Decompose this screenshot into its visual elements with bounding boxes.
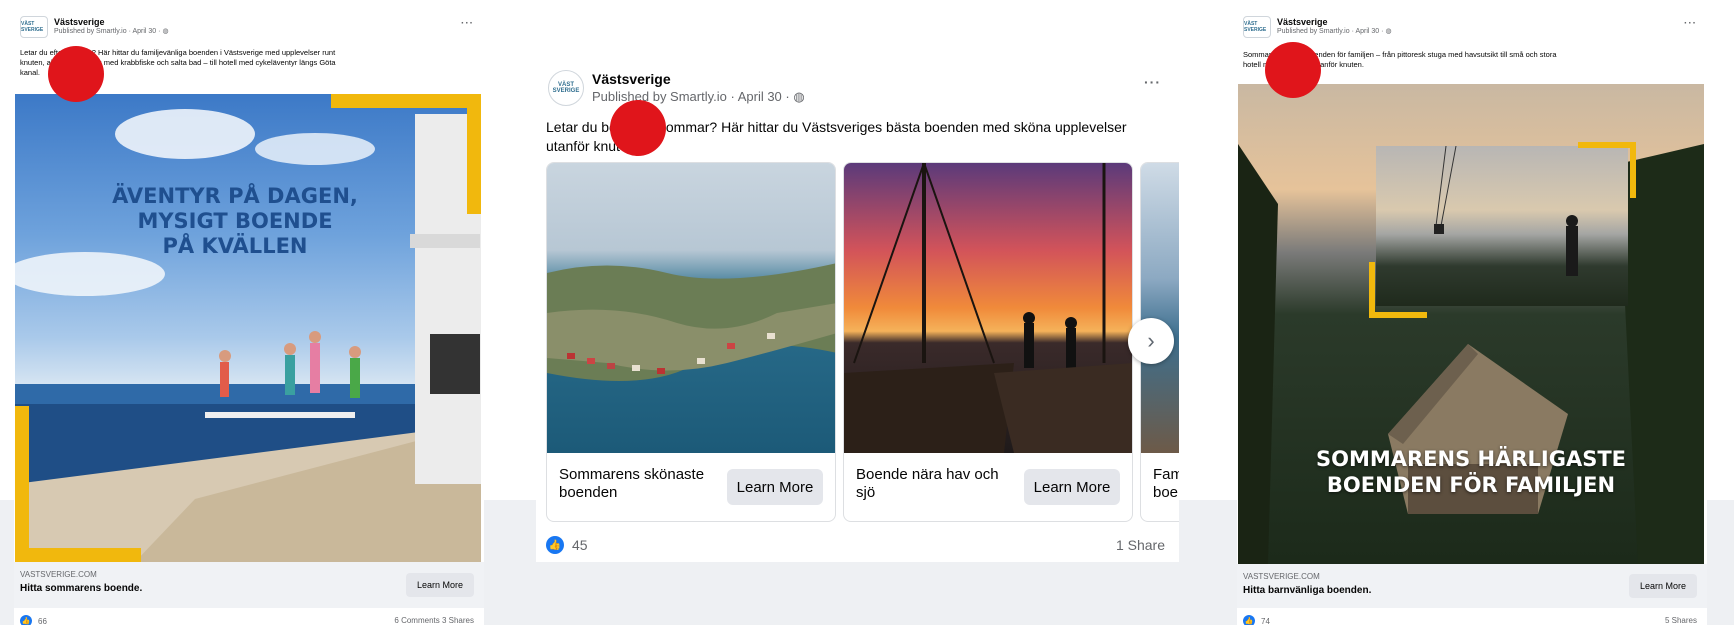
globe-icon: ◍	[1385, 28, 1392, 36]
ad-image[interactable]: SOMMARENS HÄRLIGASTE BOENDEN FÖR FAMILJE…	[1238, 84, 1704, 564]
yellow-frame-top	[331, 94, 481, 108]
post-stats[interactable]: 5 Shares	[1665, 616, 1697, 625]
card-image-scene	[844, 163, 1132, 453]
ad-headline: SOMMARENS HÄRLIGASTE BOENDEN FÖR FAMILJE…	[1315, 447, 1627, 498]
learn-more-button[interactable]: Learn More	[406, 573, 474, 597]
more-options-icon[interactable]: ···	[1144, 74, 1161, 90]
globe-icon: ◍	[793, 88, 805, 104]
reactions[interactable]: 👍 66	[20, 615, 47, 625]
page-logo[interactable]: VÄST SVERIGE	[548, 70, 584, 106]
page-logo[interactable]: VÄST SVERIGE	[1243, 16, 1271, 38]
link-title: Hitta sommarens boende.	[20, 583, 143, 594]
post-stats[interactable]: 6 Comments 3 Shares	[394, 616, 474, 625]
carousel-card-2[interactable]: Boende nära hav och sjö Learn More	[843, 162, 1133, 522]
more-options-icon[interactable]: ···	[461, 18, 474, 29]
card-image	[1141, 163, 1179, 453]
card-image-scene	[547, 263, 835, 381]
page-name[interactable]: Västsverige	[592, 71, 805, 89]
reactions[interactable]: 👍 74	[1243, 615, 1270, 625]
learn-more-button[interactable]: Learn More	[1629, 574, 1697, 598]
ad-image-scene	[15, 109, 481, 562]
yellow-frame-left	[1369, 262, 1375, 318]
more-options-icon[interactable]: ···	[1684, 18, 1697, 29]
learn-more-button[interactable]: Learn More	[1024, 469, 1120, 505]
reaction-count: 66	[38, 616, 47, 625]
like-icon: 👍	[546, 536, 564, 554]
page-name[interactable]: Västsverige	[54, 17, 169, 28]
yellow-frame-right	[467, 94, 481, 214]
post-meta: Published by Smartly.io · April 30 ·	[592, 88, 790, 104]
card-title: Boende nära hav och sjö	[856, 466, 999, 501]
card-image	[547, 163, 835, 453]
yellow-frame-right	[1630, 142, 1636, 198]
link-preview-bar[interactable]: VASTSVERIGE.COM Hitta sommarens boende. …	[14, 562, 484, 608]
ad-image[interactable]: ÄVENTYR PÅ DAGEN, MYSIGT BOENDE PÅ KVÄLL…	[15, 94, 481, 562]
ad-headline: ÄVENTYR PÅ DAGEN, MYSIGT BOENDE PÅ KVÄLL…	[112, 184, 358, 259]
red-marker	[48, 46, 104, 102]
inset-photo-scene	[1434, 146, 1578, 276]
red-marker	[610, 100, 666, 156]
page-name[interactable]: Västsverige	[1277, 17, 1392, 28]
post-meta: Published by Smartly.io · April 30 ·	[54, 28, 161, 36]
ad-post-1: VÄST SVERIGE Västsverige Published by Sm…	[14, 10, 484, 625]
page-logo[interactable]: VÄST SVERIGE	[20, 16, 48, 38]
ad-post-3: VÄST SVERIGE Västsverige Published by Sm…	[1237, 10, 1707, 625]
reactions[interactable]: 👍 45	[546, 536, 588, 554]
red-marker	[1265, 42, 1321, 98]
yellow-frame-top	[1578, 142, 1636, 148]
inset-photo	[1376, 146, 1628, 306]
card-title: Familj boende	[1153, 466, 1179, 501]
link-domain: VASTSVERIGE.COM	[20, 570, 97, 579]
post-header: VÄST SVERIGE Västsverige Published by Sm…	[20, 16, 169, 38]
post-meta: Published by Smartly.io · April 30 ·	[1277, 28, 1384, 36]
link-preview-bar[interactable]: VASTSVERIGE.COM Hitta barnvänliga boende…	[1237, 564, 1707, 608]
link-title: Hitta barnvänliga boenden.	[1243, 585, 1372, 596]
like-icon: 👍	[20, 615, 32, 625]
post-header: VÄST SVERIGE Västsverige Published by Sm…	[548, 70, 805, 106]
globe-icon: ◍	[162, 28, 169, 36]
yellow-frame-bottom	[1369, 312, 1427, 318]
card-image	[844, 163, 1132, 453]
yellow-frame-left	[15, 406, 29, 562]
post-header: VÄST SVERIGE Västsverige Published by Sm…	[1243, 16, 1392, 38]
like-icon: 👍	[1243, 615, 1255, 625]
yellow-frame-bottom	[15, 548, 141, 562]
reaction-count: 45	[572, 537, 588, 553]
chevron-right-icon[interactable]: ›	[1128, 318, 1174, 364]
reaction-count: 74	[1261, 616, 1270, 625]
card-title: Sommarens skönaste boenden	[559, 466, 705, 501]
learn-more-button[interactable]: Learn More	[727, 469, 823, 505]
carousel-card-1[interactable]: Sommarens skönaste boenden Learn More	[546, 162, 836, 522]
post-stats[interactable]: 1 Share	[1116, 537, 1165, 553]
link-domain: VASTSVERIGE.COM	[1243, 572, 1320, 581]
